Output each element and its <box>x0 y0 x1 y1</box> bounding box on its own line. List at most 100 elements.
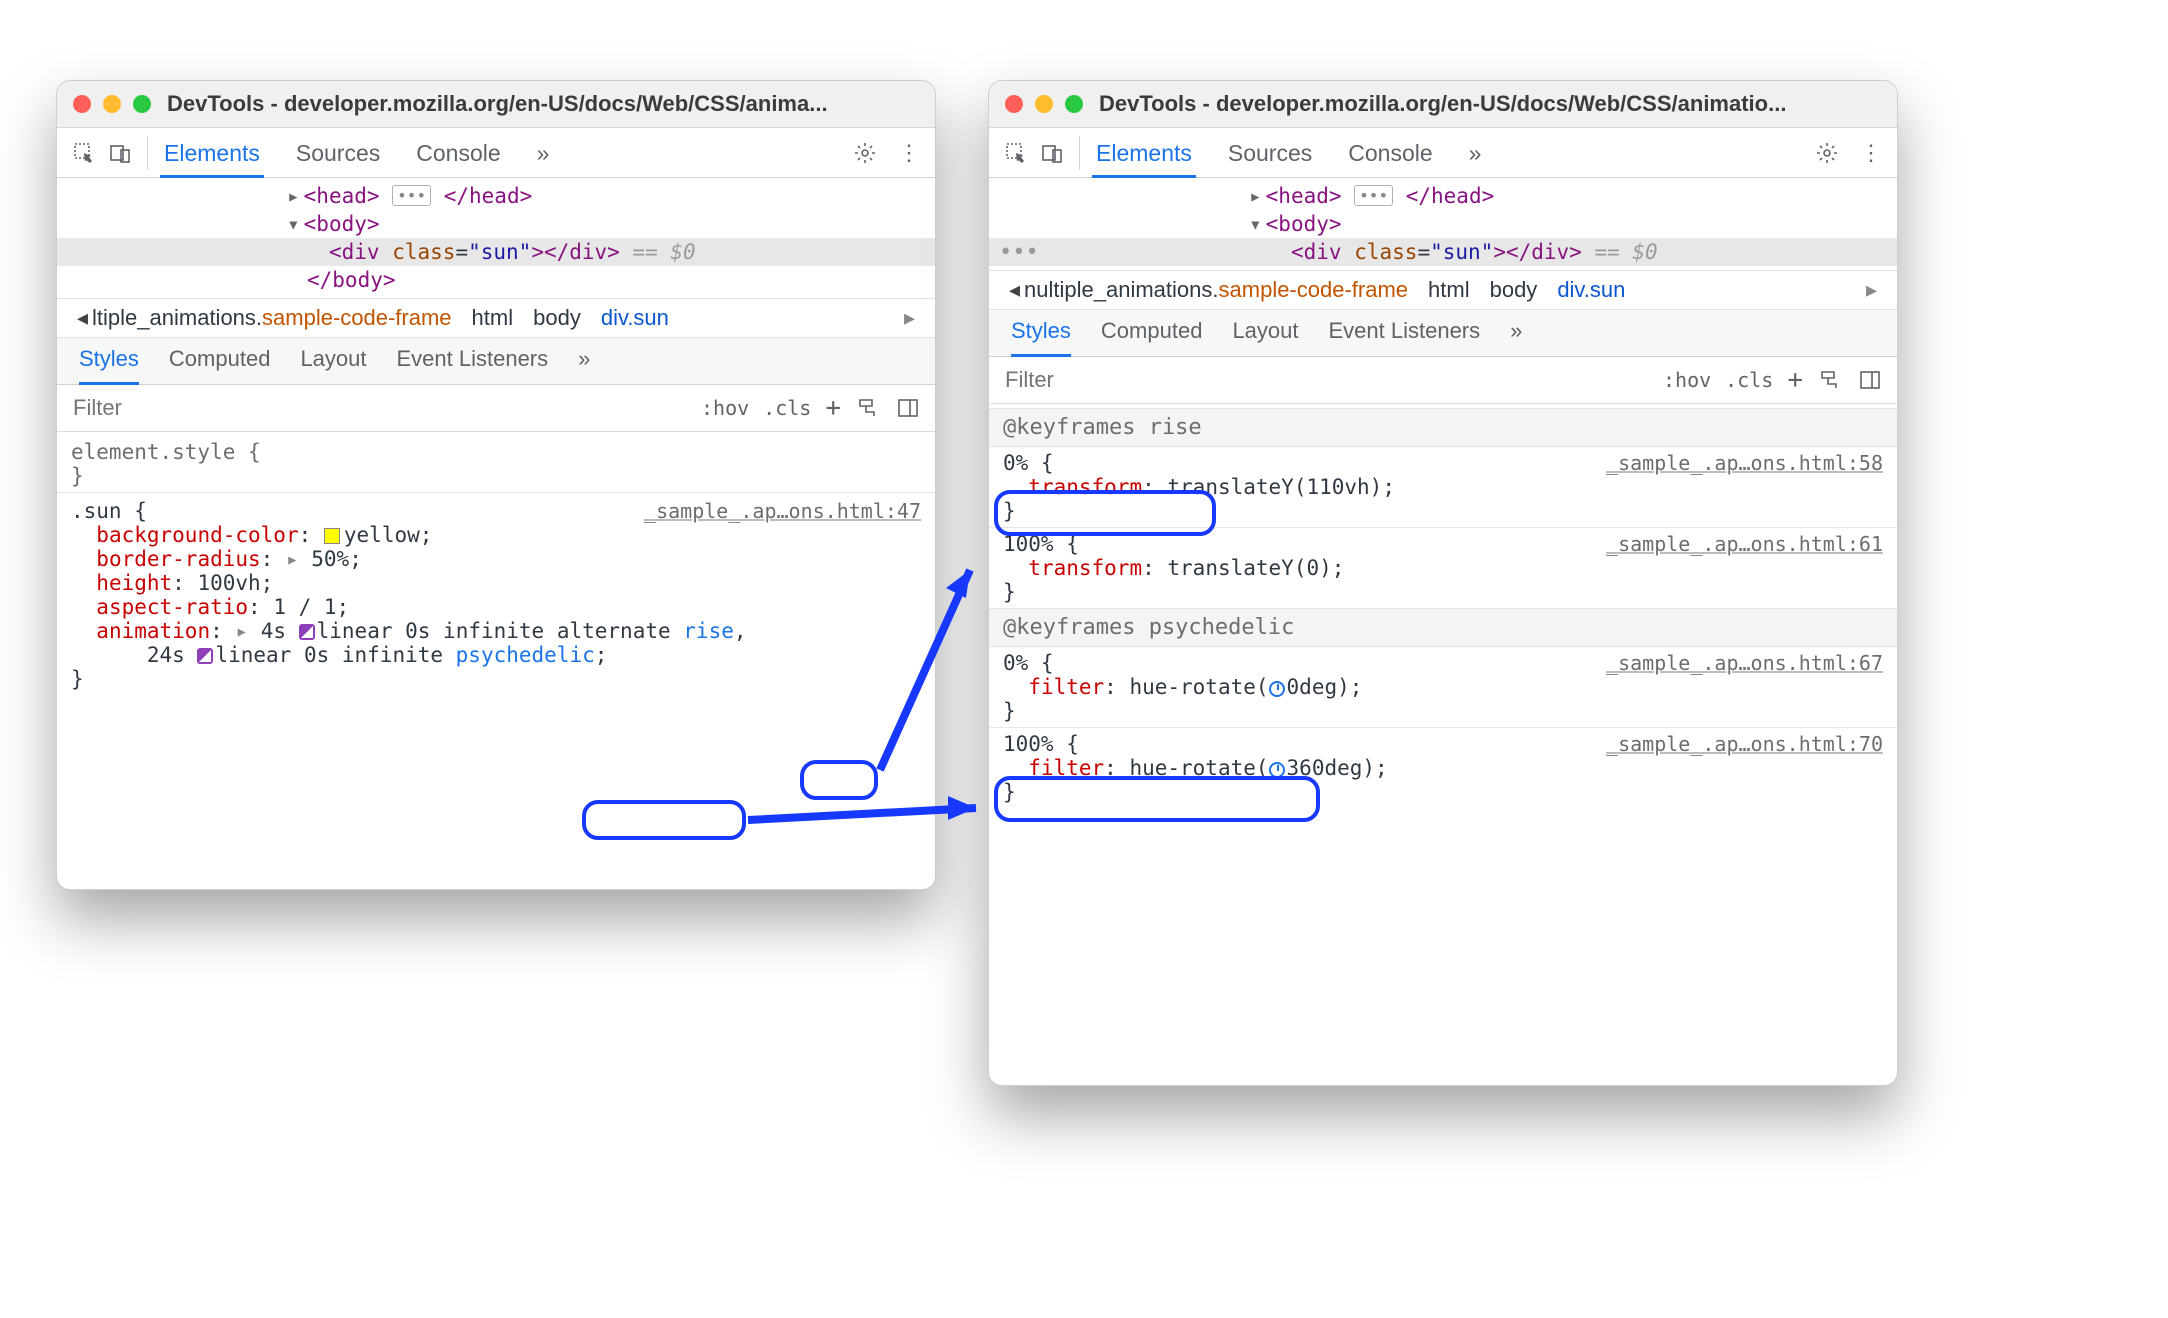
subtab-event-listeners[interactable]: Event Listeners <box>397 346 549 378</box>
paint-icon[interactable] <box>1817 367 1843 393</box>
keyframes-pane: @keyframes rise _sample_.ap…ons.html:58 … <box>989 404 1897 816</box>
tab-more-icon[interactable]: » <box>1465 128 1486 177</box>
expand-icon[interactable]: ▸ <box>287 184 300 208</box>
subtab-computed[interactable]: Computed <box>169 346 271 378</box>
source-link[interactable]: _sample_.ap…ons.html:61 <box>1606 532 1883 556</box>
collapse-icon[interactable]: ▾ <box>287 212 300 236</box>
main-toolbar: Elements Sources Console » ⋮ <box>57 128 935 178</box>
minimize-icon[interactable] <box>103 95 121 113</box>
crumb-div-sun[interactable]: div.sun <box>601 305 669 331</box>
subtab-styles[interactable]: Styles <box>1011 318 1071 350</box>
styles-filter-bar: :hov .cls + <box>57 385 935 432</box>
keyframe-rise-0[interactable]: _sample_.ap…ons.html:58 0% { transform: … <box>989 447 1897 527</box>
minimize-icon[interactable] <box>1035 95 1053 113</box>
easing-editor-icon[interactable] <box>197 648 213 664</box>
keyframes-header-rise[interactable]: @keyframes rise <box>989 408 1897 447</box>
source-link[interactable]: _sample_.ap…ons.html:70 <box>1606 732 1883 756</box>
window-title: DevTools - developer.mozilla.org/en-US/d… <box>167 91 828 117</box>
keyframes-link-rise[interactable]: rise <box>683 619 734 643</box>
subtab-layout[interactable]: Layout <box>1232 318 1298 350</box>
zoom-icon[interactable] <box>133 95 151 113</box>
subtab-styles[interactable]: Styles <box>79 346 139 378</box>
crumb-frame[interactable]: nultiple_animations.sample-code-frame <box>1024 277 1408 303</box>
panel-toggle-icon[interactable] <box>895 395 921 421</box>
kebab-icon[interactable]: ⋮ <box>1853 135 1889 171</box>
crumb-div-sun[interactable]: div.sun <box>1557 277 1625 303</box>
inspect-icon[interactable] <box>1001 138 1031 168</box>
source-link[interactable]: _sample_.ap…ons.html:58 <box>1606 451 1883 475</box>
arrow-right-icon[interactable]: ▸ <box>904 305 915 331</box>
easing-editor-icon[interactable] <box>299 624 315 640</box>
new-rule-icon[interactable]: + <box>825 395 841 421</box>
tree-selected-div[interactable]: ••• <div class="sun"></div> == $0 <box>989 238 1897 266</box>
subtab-computed[interactable]: Computed <box>1101 318 1203 350</box>
expand-icon[interactable]: ▸ <box>1249 184 1262 208</box>
angle-editor-icon[interactable] <box>1269 762 1285 778</box>
subtab-event-listeners[interactable]: Event Listeners <box>1329 318 1481 350</box>
arrow-right-icon[interactable]: ▸ <box>1866 277 1877 303</box>
tree-head[interactable]: ▸<head> ••• </head> <box>57 182 935 210</box>
rule-sun[interactable]: _sample_.ap…ons.html:47 .sun { backgroun… <box>57 492 935 695</box>
collapse-icon[interactable]: ▾ <box>1249 212 1262 236</box>
expand-icon[interactable]: ▸ <box>223 619 261 643</box>
gear-icon[interactable] <box>1809 135 1845 171</box>
row-actions-icon[interactable]: ••• <box>999 240 1039 265</box>
arrow-left-icon[interactable]: ◂ <box>77 305 88 331</box>
tab-elements[interactable]: Elements <box>1092 128 1196 177</box>
source-link[interactable]: _sample_.ap…ons.html:47 <box>644 499 921 523</box>
tree-body-close[interactable]: </body> <box>57 266 935 294</box>
keyframes-header-psychedelic[interactable]: @keyframes psychedelic <box>989 608 1897 647</box>
subtab-more-icon[interactable]: » <box>1510 318 1522 350</box>
close-icon[interactable] <box>73 95 91 113</box>
filter-input[interactable] <box>57 385 701 431</box>
device-toggle-icon[interactable] <box>105 138 135 168</box>
ellipsis-icon[interactable]: ••• <box>1354 185 1393 206</box>
angle-editor-icon[interactable] <box>1269 681 1285 697</box>
tree-body-open[interactable]: ▾<body> <box>989 210 1897 238</box>
hov-toggle[interactable]: :hov <box>701 396 749 420</box>
crumb-body[interactable]: body <box>1490 277 1538 303</box>
rule-element-style[interactable]: element.style { } <box>57 436 935 492</box>
panel-toggle-icon[interactable] <box>1857 367 1883 393</box>
crumb-body[interactable]: body <box>533 305 581 331</box>
filter-input[interactable] <box>989 357 1663 403</box>
cls-toggle[interactable]: .cls <box>763 396 811 420</box>
kebab-icon[interactable]: ⋮ <box>891 135 927 171</box>
tree-head[interactable]: ▸<head> ••• </head> <box>989 182 1897 210</box>
device-toggle-icon[interactable] <box>1037 138 1067 168</box>
expand-icon[interactable]: ▸ <box>273 547 311 571</box>
titlebar: DevTools - developer.mozilla.org/en-US/d… <box>989 81 1897 128</box>
gear-icon[interactable] <box>847 135 883 171</box>
cls-toggle[interactable]: .cls <box>1725 368 1773 392</box>
keyframes-link-psychedelic[interactable]: psychedelic <box>456 643 595 667</box>
source-link[interactable]: _sample_.ap…ons.html:67 <box>1606 651 1883 675</box>
crumb-html[interactable]: html <box>1428 277 1470 303</box>
tab-more-icon[interactable]: » <box>533 128 554 177</box>
inspect-icon[interactable] <box>69 138 99 168</box>
tab-console[interactable]: Console <box>412 128 504 177</box>
color-swatch-icon[interactable] <box>324 528 340 544</box>
crumb-frame[interactable]: ltiple_animations.sample-code-frame <box>92 305 452 331</box>
hov-toggle[interactable]: :hov <box>1663 368 1711 392</box>
styles-subtabs: Styles Computed Layout Event Listeners » <box>989 310 1897 357</box>
arrow-left-icon[interactable]: ◂ <box>1009 277 1020 303</box>
tree-selected-div[interactable]: <div class="sun"></div> == $0 <box>57 238 935 266</box>
zoom-icon[interactable] <box>1065 95 1083 113</box>
paint-icon[interactable] <box>855 395 881 421</box>
tab-elements[interactable]: Elements <box>160 128 264 177</box>
close-icon[interactable] <box>1005 95 1023 113</box>
crumb-html[interactable]: html <box>472 305 514 331</box>
ellipsis-icon[interactable]: ••• <box>392 185 431 206</box>
keyframe-psy-0[interactable]: _sample_.ap…ons.html:67 0% { filter: hue… <box>989 647 1897 727</box>
keyframe-psy-100[interactable]: _sample_.ap…ons.html:70 100% { filter: h… <box>989 727 1897 808</box>
tree-body-open[interactable]: ▾<body> <box>57 210 935 238</box>
tab-sources[interactable]: Sources <box>292 128 384 177</box>
tab-console[interactable]: Console <box>1344 128 1436 177</box>
tab-sources[interactable]: Sources <box>1224 128 1316 177</box>
subtab-layout[interactable]: Layout <box>300 346 366 378</box>
subtab-more-icon[interactable]: » <box>578 346 590 378</box>
keyframe-rise-100[interactable]: _sample_.ap…ons.html:61 100% { transform… <box>989 527 1897 608</box>
devtools-window-left: DevTools - developer.mozilla.org/en-US/d… <box>56 80 936 890</box>
new-rule-icon[interactable]: + <box>1787 367 1803 393</box>
styles-subtabs: Styles Computed Layout Event Listeners » <box>57 338 935 385</box>
